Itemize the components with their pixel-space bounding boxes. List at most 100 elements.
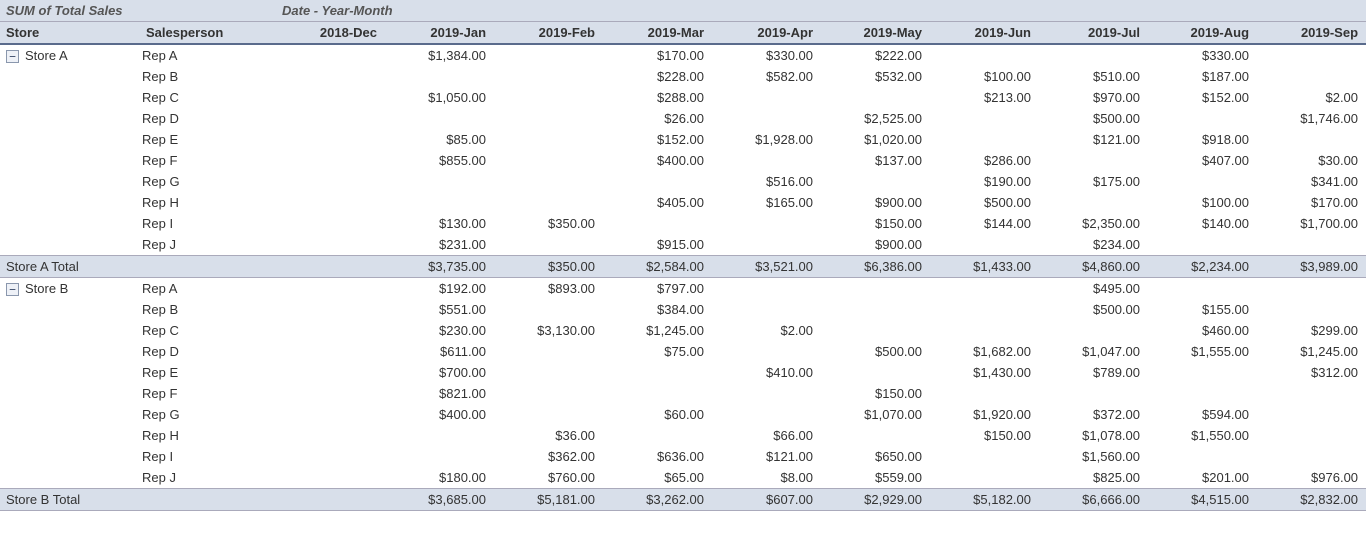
total-cell[interactable]: $2,234.00 [1148,256,1257,278]
data-cell[interactable]: $510.00 [1039,66,1148,87]
data-cell[interactable]: $400.00 [603,150,712,171]
data-cell[interactable] [1257,383,1366,404]
data-cell[interactable]: $187.00 [1148,66,1257,87]
data-cell[interactable]: $152.00 [1148,87,1257,108]
data-cell[interactable] [276,362,385,383]
column-header-month[interactable]: 2019-Sep [1257,22,1366,45]
data-cell[interactable] [1039,320,1148,341]
data-cell[interactable]: $2,350.00 [1039,213,1148,234]
data-cell[interactable] [494,341,603,362]
data-cell[interactable]: $825.00 [1039,467,1148,489]
data-cell[interactable]: $900.00 [821,234,930,256]
data-cell[interactable]: $341.00 [1257,171,1366,192]
salesperson-name[interactable]: Rep D [140,341,276,362]
data-cell[interactable] [712,87,821,108]
data-cell[interactable]: $36.00 [494,425,603,446]
data-cell[interactable] [494,171,603,192]
data-cell[interactable]: $405.00 [603,192,712,213]
total-cell[interactable]: $5,182.00 [930,489,1039,511]
data-cell[interactable]: $1,020.00 [821,129,930,150]
data-cell[interactable]: $228.00 [603,66,712,87]
data-cell[interactable] [276,108,385,129]
data-cell[interactable]: $855.00 [385,150,494,171]
data-cell[interactable] [1148,171,1257,192]
data-cell[interactable]: $1,384.00 [385,44,494,66]
salesperson-name[interactable]: Rep F [140,383,276,404]
column-header-month[interactable]: 2019-May [821,22,930,45]
data-cell[interactable] [712,150,821,171]
data-cell[interactable]: $1,245.00 [603,320,712,341]
data-cell[interactable]: $201.00 [1148,467,1257,489]
data-cell[interactable] [821,299,930,320]
data-cell[interactable]: $2.00 [712,320,821,341]
data-cell[interactable]: $3,130.00 [494,320,603,341]
data-cell[interactable] [603,213,712,234]
data-cell[interactable]: $213.00 [930,87,1039,108]
salesperson-name[interactable]: Rep E [140,129,276,150]
data-cell[interactable] [276,467,385,489]
data-cell[interactable] [712,341,821,362]
data-cell[interactable]: $1,430.00 [930,362,1039,383]
salesperson-name[interactable]: Rep B [140,66,276,87]
data-cell[interactable] [494,299,603,320]
data-cell[interactable]: $400.00 [385,404,494,425]
data-cell[interactable]: $797.00 [603,278,712,300]
data-cell[interactable] [276,192,385,213]
store-total-label[interactable]: Store A Total [0,256,276,278]
salesperson-name[interactable]: Rep G [140,171,276,192]
data-cell[interactable]: $150.00 [930,425,1039,446]
data-cell[interactable] [1148,108,1257,129]
data-cell[interactable] [385,192,494,213]
data-cell[interactable]: $66.00 [712,425,821,446]
data-cell[interactable] [494,192,603,213]
data-cell[interactable]: $1,047.00 [1039,341,1148,362]
data-cell[interactable] [385,446,494,467]
total-cell[interactable]: $4,860.00 [1039,256,1148,278]
data-cell[interactable] [276,320,385,341]
row-dim-store[interactable]: Store [0,22,140,45]
data-cell[interactable]: $1,550.00 [1148,425,1257,446]
data-cell[interactable] [712,404,821,425]
data-cell[interactable] [1257,129,1366,150]
data-cell[interactable]: $500.00 [1039,108,1148,129]
salesperson-name[interactable]: Rep F [140,150,276,171]
data-cell[interactable]: $155.00 [1148,299,1257,320]
data-cell[interactable] [276,234,385,256]
data-cell[interactable] [276,213,385,234]
data-cell[interactable]: $1,560.00 [1039,446,1148,467]
data-cell[interactable]: $222.00 [821,44,930,66]
salesperson-name[interactable]: Rep C [140,320,276,341]
data-cell[interactable] [494,87,603,108]
salesperson-name[interactable]: Rep B [140,299,276,320]
data-cell[interactable]: $500.00 [1039,299,1148,320]
data-cell[interactable] [821,87,930,108]
total-cell[interactable]: $5,181.00 [494,489,603,511]
data-cell[interactable] [712,213,821,234]
data-cell[interactable] [712,108,821,129]
data-cell[interactable] [930,108,1039,129]
data-cell[interactable] [1257,299,1366,320]
data-cell[interactable]: $150.00 [821,383,930,404]
data-cell[interactable]: $821.00 [385,383,494,404]
data-cell[interactable] [276,383,385,404]
salesperson-name[interactable]: Rep H [140,425,276,446]
data-cell[interactable] [385,108,494,129]
column-header-month[interactable]: 2019-Jul [1039,22,1148,45]
data-cell[interactable]: $532.00 [821,66,930,87]
data-cell[interactable]: $165.00 [712,192,821,213]
data-cell[interactable] [276,150,385,171]
data-cell[interactable]: $2.00 [1257,87,1366,108]
data-cell[interactable]: $152.00 [603,129,712,150]
collapse-icon[interactable] [6,283,19,296]
salesperson-name[interactable]: Rep G [140,404,276,425]
data-cell[interactable] [1148,446,1257,467]
column-header-month[interactable]: 2019-Feb [494,22,603,45]
salesperson-name[interactable]: Rep A [140,278,276,300]
data-cell[interactable]: $230.00 [385,320,494,341]
column-header-month[interactable]: 2018-Dec [276,22,385,45]
data-cell[interactable]: $1,245.00 [1257,341,1366,362]
data-cell[interactable] [276,425,385,446]
data-cell[interactable] [930,278,1039,300]
data-cell[interactable] [494,150,603,171]
salesperson-name[interactable]: Rep E [140,362,276,383]
